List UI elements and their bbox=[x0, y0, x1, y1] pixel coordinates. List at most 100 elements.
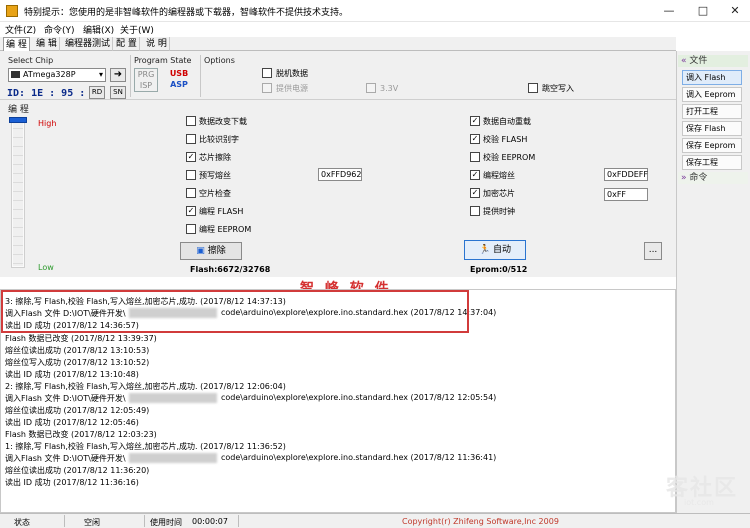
provide-power-label: 提供电源 bbox=[276, 84, 308, 93]
log-line: 读出 ID 成功 (2017/8/12 13:10:48) bbox=[5, 370, 139, 379]
log-line: 熔丝位读出成功 (2017/8/12 12:05:49) bbox=[5, 406, 150, 415]
program-eeprom-checkbox[interactable] bbox=[186, 224, 196, 234]
divider bbox=[144, 515, 145, 527]
lock-chip-checkbox[interactable]: ✓ bbox=[470, 188, 480, 198]
program-section-title: 编 程 bbox=[8, 105, 29, 115]
read-id-button[interactable]: RD bbox=[89, 86, 105, 99]
elapsed-value: 00:00:07 bbox=[192, 517, 228, 526]
menu-bar: 文件(Z) 命令(Y) 编辑(X) 关于(W) bbox=[0, 22, 750, 36]
program-flash-checkbox[interactable]: ✓ bbox=[186, 206, 196, 216]
log-line: 调入Flash 文件 D:\IOT\硬件开发\ bbox=[5, 454, 126, 463]
chip-icon bbox=[11, 71, 20, 78]
status-bar: 状态 空闲 使用时间 00:00:07 Copyright(r) Zhifeng… bbox=[0, 513, 750, 528]
more-button[interactable]: ... bbox=[644, 242, 662, 260]
file-group-label: 文件 bbox=[689, 56, 708, 66]
tab-edit[interactable]: 编 辑 bbox=[34, 37, 60, 51]
provide-clock-label: 提供时钟 bbox=[483, 207, 515, 216]
redacted-path bbox=[129, 453, 217, 463]
watermark-url: iot.com bbox=[684, 498, 714, 507]
low-label: Low bbox=[38, 263, 54, 272]
log-line: Flash 数据已改变 (2017/8/12 13:39:37) bbox=[5, 334, 157, 343]
program-state-title: Program State bbox=[134, 56, 192, 65]
save-flash-button[interactable]: 保存 Flash bbox=[682, 121, 742, 136]
trash-icon: ▣ bbox=[196, 246, 205, 256]
auto-reload-label: 数据自动重载 bbox=[483, 117, 531, 126]
prg-isp-icon: PRG ISP bbox=[134, 68, 158, 92]
lock-chip-label: 加密芯片 bbox=[483, 189, 515, 198]
prewrite-fuse-value[interactable]: 0xFFD962 bbox=[318, 168, 362, 181]
tab-help[interactable]: 说 明 bbox=[144, 37, 170, 51]
verify-flash-checkbox[interactable]: ✓ bbox=[470, 134, 480, 144]
chip-erase-label: 芯片擦除 bbox=[199, 153, 231, 162]
divider bbox=[64, 515, 65, 527]
blank-check-checkbox[interactable] bbox=[186, 188, 196, 198]
verify-eeprom-checkbox[interactable] bbox=[470, 152, 480, 162]
command-group-header[interactable]: » 命令 bbox=[678, 172, 748, 184]
tab-program[interactable]: 编 程 bbox=[3, 37, 30, 51]
asp-text: ASP bbox=[170, 80, 188, 89]
save-project-button[interactable]: 保存工程 bbox=[682, 155, 742, 170]
chevron-down-icon: ▾ bbox=[98, 70, 103, 79]
menu-about[interactable]: 关于(W) bbox=[120, 23, 154, 36]
redacted-path bbox=[129, 393, 217, 403]
load-flash-button[interactable]: 调入 Flash bbox=[682, 70, 742, 85]
auto-button-label: 自动 bbox=[493, 245, 512, 255]
prewrite-fuse-checkbox[interactable] bbox=[186, 170, 196, 180]
load-eeprom-button[interactable]: 调入 Eeprom bbox=[682, 87, 742, 102]
skip-blank-write-checkbox[interactable] bbox=[528, 83, 538, 93]
divider bbox=[130, 55, 131, 97]
provide-power-checkbox[interactable] bbox=[262, 83, 272, 93]
status-value: 空闲 bbox=[84, 518, 100, 527]
log-line: Flash 数据已改变 (2017/8/12 12:03:23) bbox=[5, 430, 157, 439]
save-eeprom-button[interactable]: 保存 Eeprom bbox=[682, 138, 742, 153]
lock-bits-value[interactable]: 0xFF bbox=[604, 188, 648, 201]
compare-signature-label: 比较识别字 bbox=[199, 135, 239, 144]
window-title: 特别提示：您使用的是非智峰软件的编程器或下载器，智峰软件不提供技术支持。 bbox=[24, 8, 349, 18]
serial-number-button[interactable]: SN bbox=[110, 86, 126, 99]
chevron-down-icon: » bbox=[681, 173, 687, 183]
maximize-button[interactable]: □ bbox=[694, 3, 712, 19]
chevron-up-icon: « bbox=[681, 56, 687, 66]
menu-edit[interactable]: 编辑(X) bbox=[83, 23, 114, 36]
log-line: 2: 擦除,写 Flash,校验 Flash,写入熔丝,加密芯片,成功. (20… bbox=[5, 382, 286, 391]
chip-erase-checkbox[interactable]: ✓ bbox=[186, 152, 196, 162]
status-label: 状态 bbox=[14, 518, 30, 527]
log-line: 熔丝位写入成功 (2017/8/12 13:10:52) bbox=[5, 358, 150, 367]
eeprom-counter: Eprom:0/512 bbox=[470, 265, 528, 274]
tab-config[interactable]: 配 置 bbox=[114, 37, 140, 51]
offline-data-checkbox[interactable] bbox=[262, 68, 272, 78]
file-group-header[interactable]: « 文件 bbox=[678, 55, 748, 67]
auto-button[interactable]: 🏃 自动 bbox=[464, 240, 526, 260]
voltage-slider-thumb[interactable] bbox=[9, 117, 27, 123]
tab-bar: 编 程 编 辑 编程器测试 配 置 说 明 bbox=[0, 37, 676, 51]
log-line: 熔丝位读出成功 (2017/8/12 11:36:20) bbox=[5, 466, 150, 475]
program-fuse-value[interactable]: 0xFDDEFF bbox=[604, 168, 648, 181]
isp-text: ISP bbox=[139, 81, 153, 90]
minimize-button[interactable]: — bbox=[660, 3, 678, 19]
command-group-label: 命令 bbox=[689, 173, 708, 183]
provide-clock-checkbox[interactable] bbox=[470, 206, 480, 216]
program-panel bbox=[0, 99, 676, 277]
voltage-label: 3.3V bbox=[380, 84, 399, 93]
verify-eeprom-label: 校验 EEPROM bbox=[483, 153, 536, 162]
menu-command[interactable]: 命令(Y) bbox=[44, 23, 75, 36]
voltage-radio[interactable] bbox=[366, 83, 376, 93]
log-line: 读出 ID 成功 (2017/8/12 12:05:46) bbox=[5, 418, 139, 427]
chip-select[interactable]: ATmega328P ▾ bbox=[8, 68, 106, 82]
menu-file[interactable]: 文件(Z) bbox=[5, 23, 36, 36]
open-project-button[interactable]: 打开工程 bbox=[682, 104, 742, 119]
program-fuse-checkbox[interactable]: ✓ bbox=[470, 170, 480, 180]
log-line: code\arduino\explore\explore.ino.standar… bbox=[221, 453, 497, 462]
voltage-slider-ticks bbox=[13, 120, 23, 266]
select-chip-title: Select Chip bbox=[8, 56, 54, 65]
data-change-download-checkbox[interactable] bbox=[186, 116, 196, 126]
erase-button[interactable]: ▣ 擦除 bbox=[180, 242, 242, 260]
auto-reload-checkbox[interactable]: ✓ bbox=[470, 116, 480, 126]
compare-signature-checkbox[interactable] bbox=[186, 134, 196, 144]
program-fuse-label: 编程熔丝 bbox=[483, 171, 515, 180]
close-button[interactable]: ✕ bbox=[726, 3, 744, 19]
skip-blank-write-label: 跳空写入 bbox=[542, 84, 574, 93]
tab-programmer-test[interactable]: 编程器测试 bbox=[63, 37, 114, 51]
usb-asp-icon: USB ASP bbox=[167, 68, 191, 92]
goto-button[interactable]: ➜ bbox=[110, 68, 126, 82]
